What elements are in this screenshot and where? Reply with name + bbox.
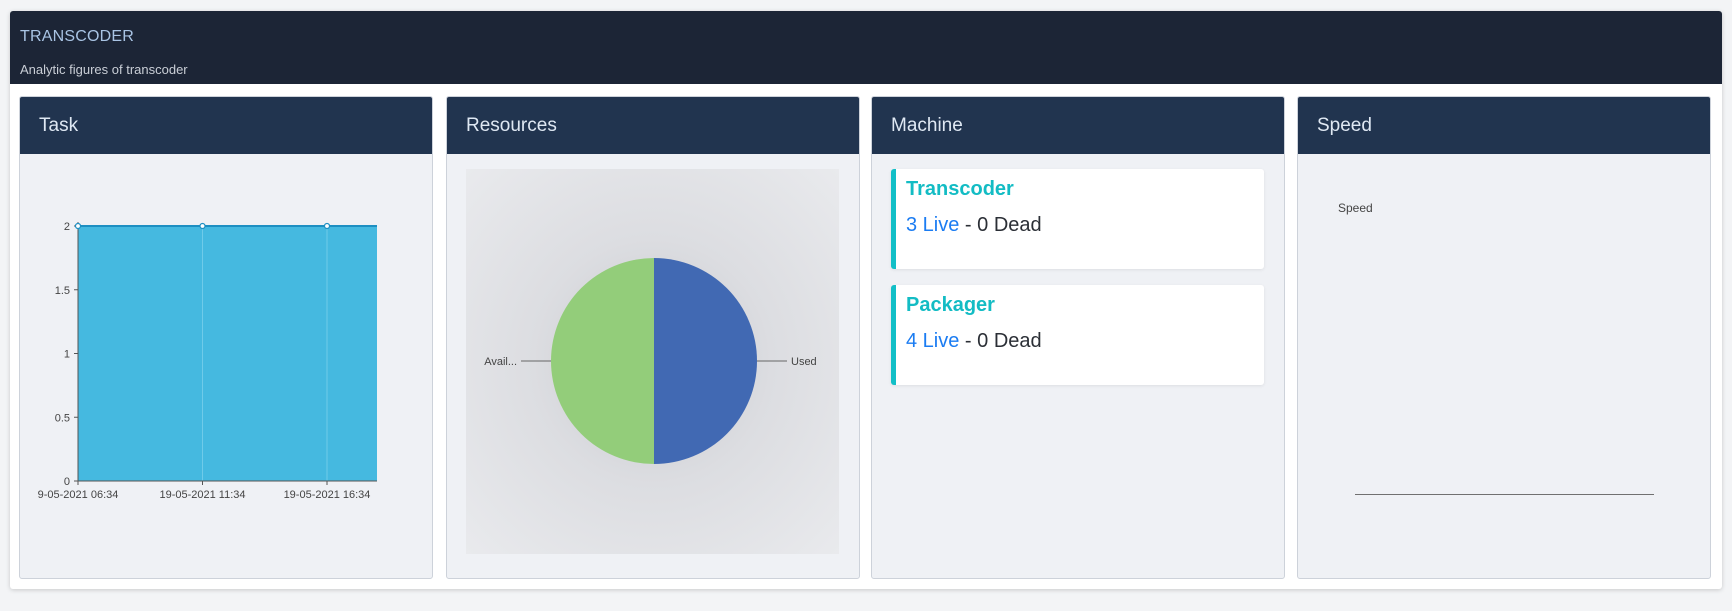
machine-packager-title: Packager — [906, 294, 995, 316]
resources-pie-slice — [551, 258, 654, 464]
packager-live-count: 4 Live — [906, 330, 960, 352]
resources-pie-slice — [654, 258, 757, 464]
task-area-fill — [78, 226, 377, 481]
machine-packager-card: Packager 4 Live - 0 Dead — [891, 285, 1264, 385]
machine-transcoder-card: Transcoder 3 Live - 0 Dead — [891, 169, 1264, 269]
task-x-tick-label: 19-05-2021 16:34 — [284, 489, 371, 501]
machine-card: Machine Transcoder 3 Live - 0 Dead Packa… — [871, 96, 1285, 579]
speed-chart-axis-line — [1355, 494, 1654, 495]
speed-card-title: Speed — [1298, 97, 1710, 154]
dashboard-panel: TRANSCODER Analytic figures of transcode… — [10, 11, 1722, 589]
resources-chart-area: Used Avail... — [466, 169, 839, 554]
transcoder-live-count: 3 Live — [906, 214, 960, 236]
page-title: TRANSCODER — [20, 28, 135, 45]
transcoder-dead-count: - 0 Dead — [959, 214, 1042, 236]
resources-slice-label: Avail... — [484, 356, 517, 368]
task-x-tick-label: 19-05-2021 11:34 — [159, 489, 245, 501]
task-y-tick-label: 0.5 — [55, 412, 70, 424]
page-subtitle: Analytic figures of transcoder — [20, 62, 188, 77]
machine-card-title: Machine — [872, 97, 1284, 154]
task-x-tick-label: 9-05-2021 06:34 — [38, 489, 119, 501]
task-card-title: Task — [20, 97, 432, 154]
task-data-point — [199, 222, 206, 230]
resources-card-title: Resources — [447, 97, 859, 154]
task-y-tick-label: 2 — [64, 221, 70, 233]
machine-transcoder-status: 3 Live - 0 Dead — [906, 214, 1042, 237]
machine-packager-status: 4 Live - 0 Dead — [906, 330, 1042, 353]
resources-slice-label: Used — [791, 356, 817, 368]
task-y-tick-label: 1 — [64, 349, 70, 361]
task-y-tick-label: 1.5 — [55, 285, 70, 297]
page-header: TRANSCODER Analytic figures of transcode… — [10, 11, 1722, 84]
speed-legend-label: Speed — [1338, 201, 1373, 215]
task-area-chart: 0 0.5 1 1.5 2 9-05-2021 06:34 19-05-2021 11:34… — [38, 221, 377, 501]
resources-card: Resources Used Avail... — [446, 96, 860, 579]
task-card: Task 0 0.5 1 1.5 2 9-05-2021 06:34 19-05-2021 … — [19, 96, 433, 579]
speed-card: Speed Speed — [1297, 96, 1711, 579]
task-y-tick-label: 0 — [64, 476, 70, 488]
machine-transcoder-title: Transcoder — [906, 178, 1014, 200]
resources-pie-chart: Used Avail... — [484, 258, 817, 464]
task-data-point — [323, 222, 331, 230]
packager-dead-count: - 0 Dead — [959, 330, 1042, 352]
task-data-point — [74, 222, 82, 230]
